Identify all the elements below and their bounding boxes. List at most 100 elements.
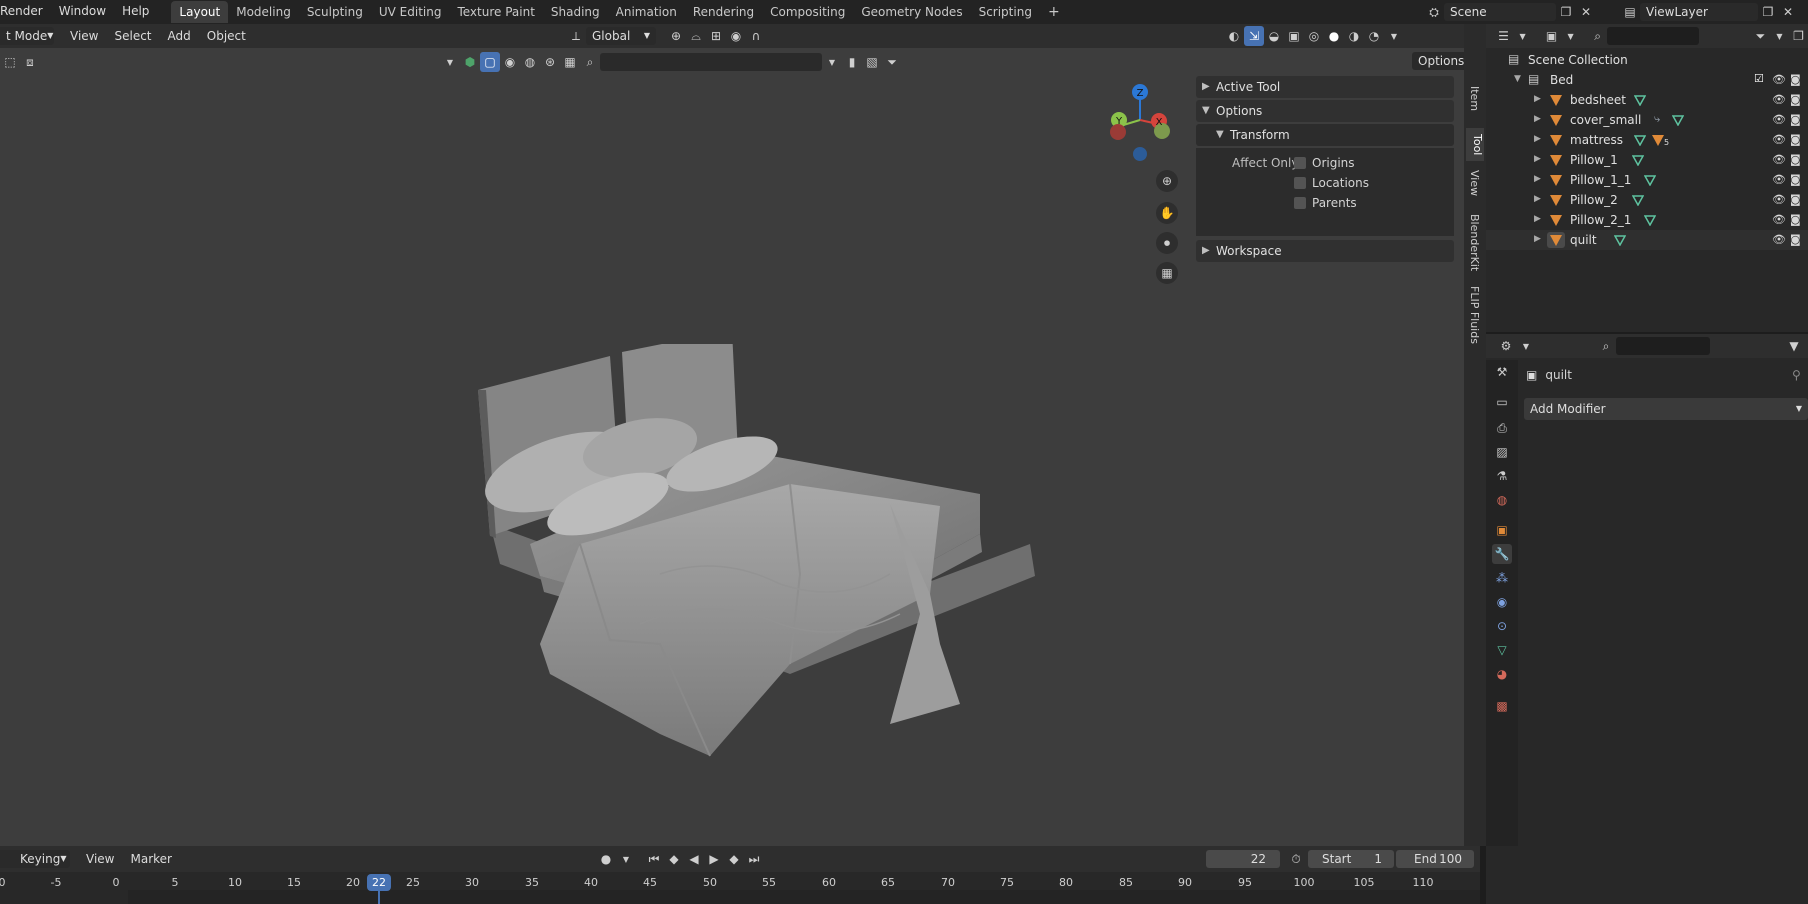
tab-rendering[interactable]: Rendering	[685, 1, 762, 23]
mesh-data-icon[interactable]	[1632, 155, 1644, 166]
bed-model[interactable]	[460, 344, 1040, 784]
section-active-tool[interactable]: ▶ Active Tool	[1196, 76, 1454, 98]
mesh-data-icon[interactable]	[1614, 235, 1626, 246]
checkbox-icon[interactable]: ☑	[1754, 72, 1764, 85]
shading-options-icon[interactable]: ▼	[1384, 26, 1404, 46]
tab-item[interactable]: Item	[1468, 86, 1481, 111]
copy-viewlayer-icon[interactable]: ❐	[1758, 2, 1778, 22]
locations-checkbox[interactable]: Locations	[1294, 176, 1369, 190]
menu-help[interactable]: Help	[114, 0, 157, 24]
falloff-icon[interactable]: ∩	[746, 26, 766, 46]
jump-start-icon[interactable]: ⏮	[644, 849, 664, 869]
tab-tool[interactable]: Tool	[1466, 128, 1484, 162]
viewlayer-name-field[interactable]: ViewLayer	[1640, 3, 1758, 21]
tab-shading[interactable]: Shading	[543, 1, 608, 23]
visibility-icon[interactable]: ◐	[1224, 26, 1244, 46]
chevron-down-icon[interactable]: ▼	[1513, 26, 1532, 46]
keying-dropdown[interactable]: Keying ▼	[0, 850, 70, 868]
tab-scripting[interactable]: Scripting	[971, 1, 1040, 23]
menu-add[interactable]: Add	[160, 29, 199, 43]
viewport-search-input[interactable]	[600, 53, 822, 71]
texture-tab-icon[interactable]: ▩	[1492, 696, 1512, 716]
solid-shading-icon[interactable]: ●	[1324, 26, 1344, 46]
playhead-frame[interactable]: 22	[367, 874, 391, 891]
tab-animation[interactable]: Animation	[608, 1, 685, 23]
tab-texture-paint[interactable]: Texture Paint	[449, 1, 542, 23]
tab-geometry-nodes[interactable]: Geometry Nodes	[853, 1, 970, 23]
section-transform[interactable]: ▼ Transform	[1196, 124, 1454, 146]
camera-icon[interactable]: ◙	[1790, 113, 1801, 126]
end-frame-field[interactable]: End 100	[1396, 850, 1474, 868]
texture-icon[interactable]: ▦	[560, 52, 580, 72]
snap-target-icon[interactable]: ⊞	[706, 26, 726, 46]
scene-collection-row[interactable]: ▤ Scene Collection	[1486, 50, 1808, 70]
chevron-right-icon[interactable]: ▶	[1534, 174, 1541, 184]
close-viewlayer-icon[interactable]: ✕	[1778, 2, 1798, 22]
outliner-item-pillow-2-1[interactable]: ▶ Pillow_2_1 👁 ◙	[1486, 210, 1808, 230]
camera-icon[interactable]: ◙	[1790, 153, 1801, 166]
chevron-down-icon[interactable]: ▼	[1514, 74, 1521, 84]
material-icon[interactable]: ◍	[520, 52, 540, 72]
chevron-right-icon[interactable]: ▶	[1534, 154, 1541, 164]
particles-tab-icon[interactable]: ⁂	[1492, 568, 1512, 588]
menu-view[interactable]: View	[62, 29, 106, 43]
view-layer-tab-icon[interactable]: ▨	[1492, 442, 1512, 462]
eye-icon[interactable]: 👁	[1772, 193, 1786, 206]
mesh-data-icon[interactable]	[1634, 95, 1646, 106]
pan-hand-icon[interactable]: ✋	[1156, 202, 1178, 224]
start-frame-field[interactable]: Start 1	[1308, 850, 1394, 868]
menu-object[interactable]: Object	[199, 29, 254, 43]
add-workspace-button[interactable]: +	[1040, 1, 1068, 23]
eye-icon[interactable]: 👁	[1772, 173, 1786, 186]
origins-checkbox[interactable]: Origins	[1294, 156, 1355, 170]
select-extend-icon[interactable]: ⧈	[20, 52, 40, 72]
world-tab-icon[interactable]: ◍	[1492, 490, 1512, 510]
outliner-item-pillow-1[interactable]: ▶ Pillow_1 👁 ◙	[1486, 150, 1808, 170]
data-tab-icon[interactable]: ▽	[1492, 640, 1512, 660]
copy-scene-icon[interactable]: ❐	[1556, 2, 1576, 22]
scene-name-field[interactable]: Scene	[1444, 3, 1556, 21]
jump-end-icon[interactable]: ⏭	[744, 849, 764, 869]
camera-icon[interactable]: ◙	[1790, 233, 1801, 246]
modifier-tab-icon[interactable]: 🔧	[1492, 544, 1512, 564]
material-tab-icon[interactable]: ◕	[1492, 664, 1512, 684]
eye-icon[interactable]: 👁	[1772, 113, 1786, 126]
timeline-ruler[interactable]: 0 -5 0 5 10 15 20 22 25 30 35 40 45 50 5…	[0, 872, 1480, 904]
scene-tab-icon[interactable]: ⚗	[1492, 466, 1512, 486]
eye-icon[interactable]: 👁	[1772, 93, 1786, 106]
constraints-tab-icon[interactable]: ⊙	[1492, 616, 1512, 636]
camera-icon[interactable]: ◙	[1790, 213, 1801, 226]
chevron-down-icon[interactable]: ▼	[1561, 26, 1580, 46]
play-reverse-icon[interactable]: ◀	[684, 849, 704, 869]
rendered-shading-icon[interactable]: ◔	[1364, 26, 1384, 46]
proportional-edit-icon[interactable]: ◉	[726, 26, 746, 46]
chevron-right-icon[interactable]: ▶	[1534, 234, 1541, 244]
menu-window[interactable]: Window	[51, 0, 114, 24]
select-mode-icon[interactable]: ▢	[480, 52, 500, 72]
outliner-item-quilt[interactable]: ▶ quilt 👁 ◙	[1486, 230, 1808, 250]
camera-icon[interactable]: ◙	[1790, 93, 1801, 106]
tool-tab-icon[interactable]: ⚒	[1492, 362, 1512, 382]
menu-view[interactable]: View	[78, 852, 122, 866]
transform-orientation-dropdown[interactable]: Global ▼	[586, 27, 656, 45]
collection-row-bed[interactable]: ▼ ▤ Bed ☑ 👁 ◙	[1486, 70, 1808, 90]
section-options[interactable]: ▼ Options	[1196, 100, 1454, 122]
options-dropdown[interactable]: Options ▼	[1412, 52, 1464, 70]
menu-marker[interactable]: Marker	[122, 852, 179, 866]
display-mode-icon[interactable]: ☰	[1494, 26, 1513, 46]
filter-icon[interactable]: ⏷	[1751, 26, 1770, 46]
object-type-icon[interactable]: ⬢	[460, 52, 480, 72]
outliner-item-mattress[interactable]: ▶ mattress 5 👁 ◙	[1486, 130, 1808, 150]
mesh-data-icon[interactable]	[1644, 175, 1656, 186]
chevron-right-icon[interactable]: ▶	[1534, 214, 1541, 224]
chevron-down-icon[interactable]: ▼	[616, 849, 636, 869]
chevron-down-icon[interactable]: ▼	[1770, 26, 1789, 46]
chevron-down-icon[interactable]: ▼	[1516, 336, 1536, 356]
prev-keyframe-icon[interactable]: ◆	[664, 849, 684, 869]
new-collection-icon[interactable]: ❐	[1789, 26, 1808, 46]
render-tab-icon[interactable]: ▭	[1492, 392, 1512, 412]
output-tab-icon[interactable]: ⎙	[1492, 418, 1512, 438]
stopwatch-icon[interactable]: ⏱	[1286, 849, 1306, 869]
zoom-icon[interactable]: ⊕	[1156, 170, 1178, 192]
eye-icon[interactable]: 👁	[1772, 153, 1786, 166]
